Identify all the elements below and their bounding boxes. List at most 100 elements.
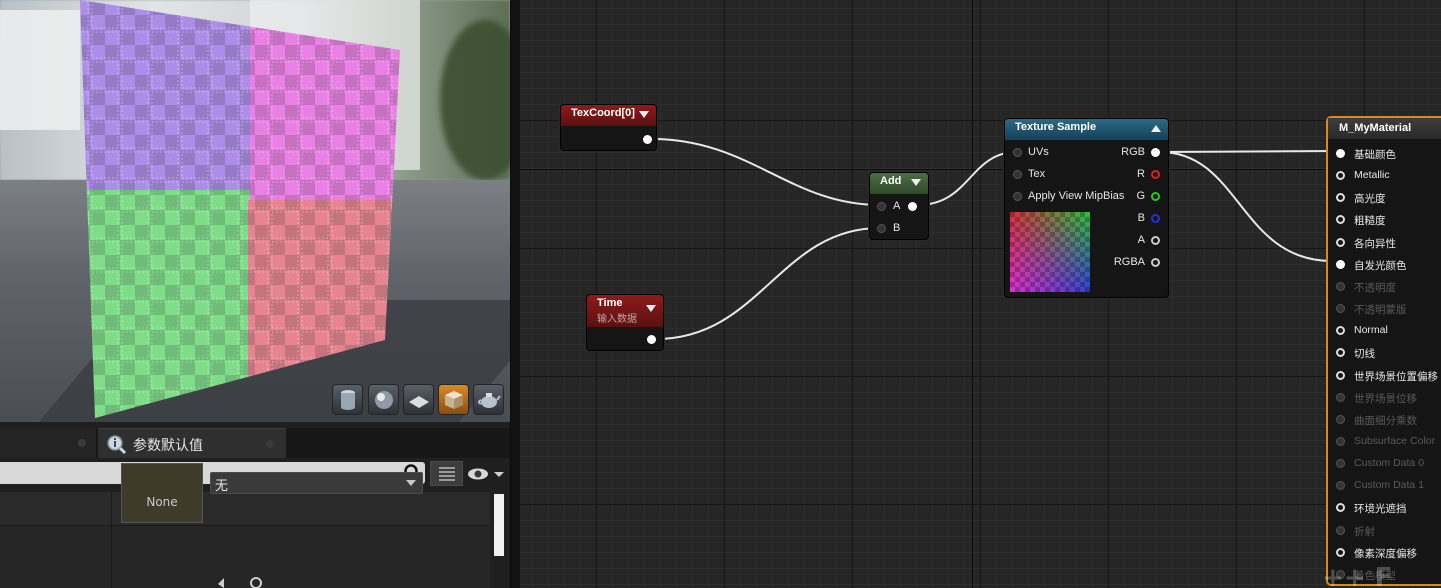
- texture-asset-dropdown[interactable]: 无: [210, 472, 423, 494]
- pin-connector: [1336, 525, 1345, 535]
- pin-label-tex: Tex: [1028, 168, 1046, 180]
- node-time[interactable]: Time 输入数据: [586, 294, 664, 351]
- asset-action-icons[interactable]: [216, 574, 266, 588]
- node-header[interactable]: TexCoord[0]: [561, 105, 656, 126]
- pin-connector: [1336, 304, 1345, 314]
- texture-thumbnail[interactable]: None: [121, 463, 203, 523]
- pin-label-mipbias: Apply View MipBias: [1028, 190, 1125, 202]
- column-divider[interactable]: [111, 492, 112, 588]
- input-pin-a[interactable]: [877, 202, 886, 211]
- node-title: TexCoord[0]: [571, 107, 635, 119]
- svg-text:++ F: ++ F: [1322, 563, 1392, 588]
- pin-label: Normal: [1354, 324, 1388, 337]
- pin-connector[interactable]: [1336, 215, 1345, 225]
- pin-connector[interactable]: [1336, 193, 1345, 203]
- preview-cylinder-button[interactable]: [332, 384, 363, 415]
- output-pin[interactable]: [643, 135, 652, 144]
- details-scrollbar[interactable]: [492, 492, 506, 558]
- close-icon[interactable]: [266, 440, 274, 448]
- pin-label: 世界场景位置偏移: [1354, 370, 1438, 383]
- output-pin-r[interactable]: [1151, 170, 1160, 179]
- tab-details[interactable]: [0, 428, 96, 458]
- pin-label: 环境光遮挡: [1354, 503, 1407, 516]
- preview-sphere-button[interactable]: [368, 384, 399, 415]
- input-pin-tex[interactable]: [1013, 170, 1022, 179]
- pin-label-uvs: UVs: [1028, 146, 1049, 158]
- texture-asset-value: 无: [215, 479, 229, 494]
- preview-mesh-plane: [80, 0, 400, 418]
- panel-splitter[interactable]: [510, 0, 520, 588]
- pin-connector[interactable]: [1336, 237, 1345, 247]
- pin-connector: [1336, 392, 1345, 402]
- pin-connector[interactable]: [1336, 547, 1345, 557]
- pin-label: Custom Data 0: [1354, 457, 1425, 470]
- preview-teapot-button[interactable]: [473, 384, 504, 415]
- node-texture-sample[interactable]: Texture Sample UVs Tex Apply View MipBia…: [1004, 118, 1169, 298]
- details-tab-bar: 参数默认值: [0, 428, 510, 458]
- pin-connector[interactable]: [1336, 171, 1345, 181]
- wire-rgb-to-emissive: [1159, 151, 1333, 262]
- pin-label: 基础颜色: [1354, 149, 1396, 161]
- output-pin-b[interactable]: [1151, 214, 1160, 223]
- teapot-icon: [477, 392, 501, 408]
- pin-connector[interactable]: [1336, 149, 1345, 158]
- pin-label-a: A: [1137, 234, 1145, 246]
- pin-label-a: A: [893, 200, 901, 212]
- magnifier-info-icon: [107, 435, 126, 454]
- output-pin-rgb[interactable]: [1151, 148, 1160, 157]
- pin-connector: [1336, 414, 1345, 424]
- visibility-filter-button[interactable]: [466, 466, 506, 485]
- pin-label: 折射: [1354, 525, 1375, 538]
- output-pin-a[interactable]: [1151, 236, 1160, 245]
- node-title: Add: [880, 175, 902, 187]
- output-pin[interactable]: [908, 202, 917, 211]
- collapse-arrow-icon[interactable]: [646, 305, 656, 312]
- property-row: [0, 492, 490, 526]
- wire-rgb-to-basecolor: [1159, 150, 1333, 153]
- material-preview-viewport[interactable]: [0, 0, 510, 422]
- node-material-result[interactable]: M_MyMaterial 基础颜色 Metallic 高光度 粗糙度 各向异性 自发光颜色…: [1326, 116, 1441, 586]
- pin-label: 高光度: [1354, 193, 1386, 206]
- pin-label-b: B: [1137, 212, 1145, 224]
- pin-label: 曲面细分乘数: [1354, 414, 1417, 427]
- details-panel: 参数默认值 None 无: [0, 422, 510, 588]
- material-graph-canvas[interactable]: TexCoord[0] Time 输入数据 Add A B Texture Sa…: [520, 0, 1441, 588]
- watermark-logo: ++ F: [1322, 563, 1392, 588]
- pin-label: 世界场景位移: [1354, 392, 1417, 405]
- pin-label: Metallic: [1354, 169, 1390, 182]
- output-pin-rgba[interactable]: [1151, 258, 1160, 267]
- cylinder-icon: [340, 389, 355, 410]
- input-pin-mipbias[interactable]: [1013, 192, 1022, 201]
- pin-label: 粗糙度: [1354, 215, 1386, 228]
- plane-icon: [408, 395, 429, 408]
- node-subtitle: 输入数据: [597, 314, 637, 325]
- pin-label: Custom Data 1: [1354, 479, 1425, 492]
- preview-plane-button[interactable]: [403, 384, 434, 415]
- pin-connector: [1336, 436, 1345, 446]
- collapse-arrow-icon[interactable]: [1151, 125, 1161, 132]
- close-icon[interactable]: [78, 439, 86, 447]
- node-header[interactable]: Texture Sample: [1005, 119, 1168, 140]
- input-pin-uvs[interactable]: [1013, 148, 1022, 157]
- view-options-button[interactable]: [430, 461, 463, 486]
- node-texcoord[interactable]: TexCoord[0]: [560, 104, 657, 151]
- node-header[interactable]: Time 输入数据: [587, 295, 663, 327]
- pin-label-r: R: [1137, 168, 1145, 180]
- pin-connector[interactable]: [1336, 503, 1345, 513]
- pin-label-rgba: RGBA: [1113, 256, 1145, 268]
- pin-connector[interactable]: [1336, 259, 1345, 269]
- output-pin-g[interactable]: [1151, 192, 1160, 201]
- pin-connector[interactable]: [1336, 370, 1345, 380]
- input-pin-b[interactable]: [877, 224, 886, 233]
- preview-cube-button[interactable]: [438, 384, 469, 415]
- output-pin[interactable]: [647, 335, 656, 344]
- tab-parameter-defaults[interactable]: 参数默认值: [98, 428, 286, 458]
- pin-connector[interactable]: [1336, 348, 1345, 358]
- node-header[interactable]: Add: [870, 173, 928, 194]
- pin-connector[interactable]: [1336, 326, 1345, 336]
- node-add[interactable]: Add A B: [869, 172, 929, 240]
- use-selected-arrow-icon: [218, 578, 224, 588]
- collapse-arrow-icon[interactable]: [639, 111, 649, 118]
- pin-label-b: B: [893, 222, 901, 234]
- collapse-arrow-icon[interactable]: [911, 179, 921, 186]
